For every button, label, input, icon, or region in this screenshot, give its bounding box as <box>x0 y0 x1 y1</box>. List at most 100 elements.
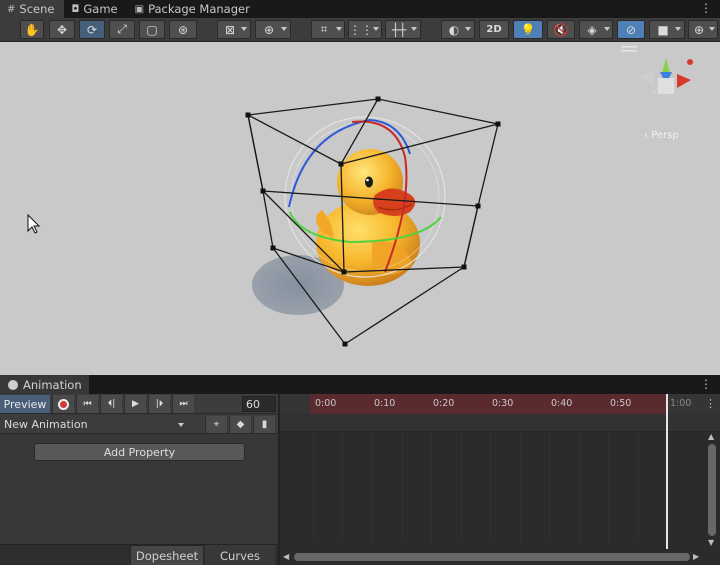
grid-line <box>520 432 521 542</box>
hand-tool-button[interactable]: ✋ <box>20 20 44 39</box>
toggle-2d-label: 2D <box>486 24 502 35</box>
package-icon: ▣ <box>134 3 145 15</box>
previous-keyframe-button[interactable]: ⏴| <box>100 395 122 413</box>
add-keyframe-button[interactable]: ◆ <box>229 416 251 433</box>
audio-toggle[interactable]: 🔇 <box>547 20 575 39</box>
grid-line <box>342 432 343 542</box>
toggle-2d-button[interactable]: 2D <box>479 20 509 39</box>
vertical-scrollbar[interactable]: ▲ ▼ <box>706 432 718 549</box>
next-keyframe-button[interactable]: |⏵ <box>148 395 170 413</box>
add-event-button[interactable]: ▮ <box>253 416 275 433</box>
preview-button[interactable]: Preview <box>0 395 50 413</box>
preview-label: Preview <box>3 397 47 411</box>
scroll-up-icon[interactable]: ▲ <box>708 432 714 441</box>
clip-name: New Animation <box>4 418 88 431</box>
scale-tool-button[interactable]: ⤢ <box>109 20 135 39</box>
grid-line <box>402 432 403 542</box>
grid-visibility-icon: ⋮⋮ <box>349 22 373 37</box>
tab-animation[interactable]: Animation <box>0 375 89 394</box>
mouse-cursor-icon <box>27 213 41 234</box>
add-property-label: Add Property <box>103 445 176 459</box>
scroll-right-icon[interactable]: ▶ <box>693 552 699 561</box>
scene-toolbar: ✋ ✥ ⟳ ⤢ ▢ ⊛ ⊠ ⊕ ⌗ ⋮⋮ ┼┼ ◐ 2D 💡 🔇 ◈ ⊘ ■ ⊕ <box>0 18 720 42</box>
grid-icon: # <box>7 3 16 15</box>
chevron-down-icon <box>373 27 379 31</box>
record-button[interactable] <box>52 395 74 413</box>
camera-mode-label[interactable]: ‹ Persp <box>644 130 679 141</box>
gizmo-icon: ⊕ <box>693 22 705 37</box>
playhead[interactable] <box>666 394 668 554</box>
window-tab-bar: # Scene ◘ Game ▣ Package Manager ⋮ <box>0 0 720 18</box>
play-icon: ▶ <box>132 399 139 409</box>
animation-more-options-icon[interactable]: ⋮ <box>700 377 712 391</box>
orientation-gizmo <box>621 46 693 100</box>
hand-icon: ✋ <box>24 22 40 37</box>
current-frame-value: 60 <box>246 397 260 411</box>
add-property-button[interactable]: Add Property <box>34 443 245 461</box>
duck-beak <box>373 188 416 216</box>
time-ruler[interactable]: 0:00 0:10 0:20 0:30 0:40 0:50 1:00 ⋮ <box>280 394 720 414</box>
shading-sphere-icon: ◐ <box>448 22 460 37</box>
horizontal-scrollbar[interactable]: ◀ ▶ <box>280 549 704 565</box>
transform-tool-button[interactable]: ⊛ <box>169 20 197 39</box>
move-tool-button[interactable]: ✥ <box>49 20 75 39</box>
grid-line <box>490 432 491 542</box>
crosshair-icon: ⌖ <box>213 419 220 430</box>
step-back-icon: ⏴| <box>107 399 116 409</box>
chevron-down-icon <box>709 27 715 31</box>
last-keyframe-button[interactable]: ⏭ <box>172 395 194 413</box>
view-mode-tabs: Dopesheet Curves <box>0 544 278 565</box>
lightbulb-icon: 💡 <box>520 22 536 37</box>
scene-visibility-toggle[interactable]: ⊘ <box>617 20 645 39</box>
horizontal-scroll-thumb[interactable] <box>294 553 690 561</box>
tab-game-label: Game <box>83 2 118 16</box>
chevron-down-icon <box>241 27 247 31</box>
more-options-icon[interactable]: ⋮ <box>700 1 712 15</box>
scene-viewport[interactable]: ‹ Persp <box>0 42 720 375</box>
grid-line <box>638 432 639 542</box>
grid-line <box>579 432 580 542</box>
timeline-options-icon[interactable]: ⋮ <box>705 397 716 410</box>
first-keyframe-button[interactable]: ⏮ <box>76 395 98 413</box>
filter-by-selection-button[interactable]: ⌖ <box>205 416 227 433</box>
tab-game[interactable]: ◘ Game <box>64 0 127 18</box>
grid-line <box>313 432 314 542</box>
vertical-scroll-thumb[interactable] <box>708 444 716 536</box>
scroll-down-icon[interactable]: ▼ <box>708 538 714 547</box>
current-frame-field[interactable]: 60 <box>242 396 276 412</box>
globe-icon: ⊕ <box>263 22 275 37</box>
mute-icon: 🔇 <box>553 22 569 37</box>
animation-hierarchy-panel: Preview ⏮ ⏴| ▶ |⏵ ⏭ 60 New Animation ⌖ ◆… <box>0 394 278 565</box>
tab-package-manager-label: Package Manager <box>148 2 250 16</box>
rotate-tool-button[interactable]: ⟳ <box>79 20 105 39</box>
chevron-down-icon <box>465 27 471 31</box>
clock-icon <box>8 379 18 390</box>
ruler-tick: 1:00 <box>670 398 692 409</box>
scene-canvas <box>27 46 693 347</box>
rotate-icon: ⟳ <box>86 22 98 37</box>
tab-package-manager[interactable]: ▣ Package Manager <box>128 0 260 18</box>
record-icon <box>58 398 69 410</box>
effects-icon: ◈ <box>587 22 597 37</box>
clip-selector-dropdown[interactable]: New Animation <box>0 416 190 433</box>
play-button[interactable]: ▶ <box>124 395 146 413</box>
scale-icon: ⤢ <box>117 22 127 36</box>
rect-tool-button[interactable]: ▢ <box>139 20 165 39</box>
tab-dopesheet[interactable]: Dopesheet <box>130 545 204 565</box>
hidden-eye-icon: ⊘ <box>625 22 637 37</box>
chevron-down-icon <box>178 423 184 427</box>
move-icon: ✥ <box>56 22 68 37</box>
playback-controls: Preview ⏮ ⏴| ▶ |⏵ ⏭ 60 <box>0 394 278 414</box>
skip-to-start-icon: ⏮ <box>83 399 92 409</box>
tab-curves[interactable]: Curves <box>205 545 275 565</box>
scroll-left-icon[interactable]: ◀ <box>283 552 289 561</box>
animation-window-tabs: Animation ⋮ <box>0 375 720 394</box>
skip-to-end-icon: ⏭ <box>179 399 188 409</box>
rect-icon: ▢ <box>146 22 158 37</box>
lighting-toggle[interactable]: 💡 <box>513 20 543 39</box>
timeline-area[interactable]: 0:00 0:10 0:20 0:30 0:40 0:50 1:00 ⋮ ▲ ▼… <box>280 394 720 565</box>
keyframe-summary-row[interactable] <box>280 414 720 432</box>
ruler-tick: 0:10 <box>374 398 396 409</box>
ruler-tick: 0:30 <box>492 398 514 409</box>
tab-scene[interactable]: # Scene <box>0 0 65 18</box>
